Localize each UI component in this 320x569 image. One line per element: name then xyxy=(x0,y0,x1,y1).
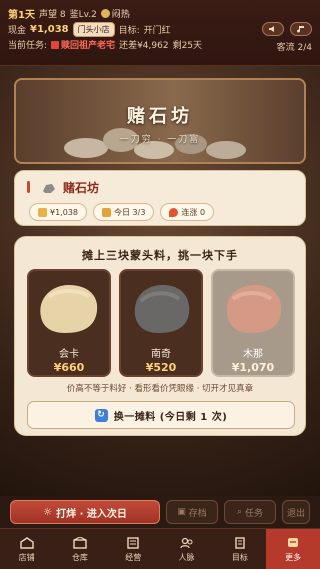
sun-icon: ☼ xyxy=(43,506,53,518)
nav-goals[interactable]: 目标 xyxy=(213,529,266,569)
weather-status: 闷热 xyxy=(100,7,130,20)
coin-icon xyxy=(38,207,47,217)
stone-image xyxy=(134,285,190,333)
refresh-stones-button[interactable]: ↻ 换一摊料 (今日剩 1 次) xyxy=(27,401,295,429)
banner-title: 赌石坊 xyxy=(127,106,193,127)
house-icon xyxy=(51,40,60,49)
task-days: 剩25天 xyxy=(172,41,203,51)
exit-label: 退出 xyxy=(286,508,305,519)
nav-more[interactable]: 更多 xyxy=(266,529,320,569)
stone-selection-panel: 摊上三块蒙头料，挑一块下手 会卡 ¥660 南奇 ¥520 木那 ¥1,070 xyxy=(14,236,306,436)
nav-warehouse-label: 仓库 xyxy=(71,552,88,562)
task-gap: 还差¥4,962 xyxy=(119,41,169,51)
target-icon xyxy=(235,536,245,549)
speaker-icon xyxy=(269,26,274,32)
nav-shop-label: 店铺 xyxy=(18,552,35,562)
nav-warehouse[interactable]: 仓库 xyxy=(53,529,106,569)
chip-daily-label: 今日 3/3 xyxy=(114,207,146,217)
task-label: 任务 xyxy=(245,508,264,519)
status-row-3: 当前任务: 赎回祖产老宅 还差¥4,962 剩25天 xyxy=(8,38,202,51)
task-name[interactable]: 赎回祖产老宅 xyxy=(51,38,115,51)
task-button[interactable]: ⌕ 任务 xyxy=(224,500,276,524)
stone-image xyxy=(226,285,282,333)
chip-cash: ¥1,038 xyxy=(29,203,87,221)
stone-name: 会卡 xyxy=(59,349,79,360)
shop-badge: 门头小店 xyxy=(72,22,115,37)
rock-icon xyxy=(43,183,55,193)
panel-hint: 价高不等于料好 · 看形看价凭眼缘 · 切开才见真章 xyxy=(66,384,254,394)
stat-chips: ¥1,038 今日 3/3 连涨 0 xyxy=(29,203,215,221)
refresh-label: 换一摊料 (今日剩 1 次) xyxy=(113,411,228,423)
accent-bar xyxy=(27,181,30,193)
chip-cash-label: ¥1,038 xyxy=(50,207,78,217)
save-icon: ▣ xyxy=(177,507,186,517)
sound-button[interactable] xyxy=(262,22,284,36)
panel-title: 摊上三块蒙头料，挑一块下手 xyxy=(82,249,238,262)
stone-price: ¥660 xyxy=(53,361,85,374)
close-shop-label: 打烊 · 进入次日 xyxy=(56,508,127,520)
more-icon xyxy=(288,537,299,547)
people-icon xyxy=(179,537,193,548)
ledger-icon xyxy=(127,536,139,549)
info-title: 赌石坊 xyxy=(41,179,99,196)
action-row: ☼ 打烊 · 进入次日 ▣ 存档 ⌕ 任务 退出 xyxy=(10,500,310,524)
banner-subtitle: 一刀穷 · 一刀富 xyxy=(119,135,201,145)
fire-icon xyxy=(169,207,179,217)
sun-icon xyxy=(100,9,110,18)
day-label: 第1天 xyxy=(8,10,35,21)
status-row-2: 现金 ¥1,038 门头小店 目标: 开门红 xyxy=(8,22,171,37)
music-button[interactable] xyxy=(290,22,312,36)
warehouse-icon xyxy=(73,536,87,549)
task-label: 当前任务: xyxy=(8,41,48,51)
stone-name: 木那 xyxy=(243,349,263,360)
goal-value: 开门红 xyxy=(143,26,171,36)
weather-label: 闷热 xyxy=(111,10,130,20)
nav-contacts-label: 人脉 xyxy=(178,552,195,562)
stone-card-2[interactable]: 南奇 ¥520 xyxy=(119,269,203,377)
status-actions xyxy=(262,22,312,36)
exit-button[interactable]: 退出 xyxy=(282,500,310,524)
nav-shop[interactable]: 店铺 xyxy=(0,529,53,569)
search-icon: ⌕ xyxy=(236,507,243,517)
nav-goals-label: 目标 xyxy=(231,552,248,562)
stone-name: 南奇 xyxy=(151,349,171,360)
nav-contacts[interactable]: 人脉 xyxy=(160,529,213,569)
stone-card-1[interactable]: 会卡 ¥660 xyxy=(27,269,111,377)
guest-flow: 客流 2/4 xyxy=(276,43,312,53)
stone-card-3[interactable]: 木那 ¥1,070 xyxy=(211,269,295,377)
shop-banner: 赌石坊 一刀穷 · 一刀富 xyxy=(14,78,306,164)
stone-image xyxy=(40,285,98,333)
refresh-icon: ↻ xyxy=(94,408,108,422)
info-title-text: 赌石坊 xyxy=(63,181,100,195)
ticket-icon xyxy=(102,207,111,217)
shop-icon xyxy=(19,536,34,549)
status-row-1: 第1天 声望 8 鉴Lv.2 闷热 xyxy=(8,6,130,21)
stone-price: ¥520 xyxy=(145,361,177,374)
cash-label: 现金 xyxy=(8,26,27,36)
status-bar: 第1天 声望 8 鉴Lv.2 闷热 现金 ¥1,038 门头小店 目标: 开门红… xyxy=(0,0,320,66)
stone-list: 会卡 ¥660 南奇 ¥520 木那 ¥1,070 xyxy=(27,269,295,377)
bottom-nav: 店铺 仓库 经营 人脉 目标 更多 xyxy=(0,528,320,569)
cash-value: ¥1,038 xyxy=(30,24,69,35)
save-label: 存档 xyxy=(188,508,207,519)
music-note-icon xyxy=(297,26,304,33)
shop-info-card: 赌石坊 ¥1,038 今日 3/3 连涨 0 xyxy=(14,170,306,226)
stone-price: ¥1,070 xyxy=(231,361,275,374)
chip-daily: 今日 3/3 xyxy=(93,203,155,221)
appraisal-level: 鉴Lv.2 xyxy=(69,10,97,20)
close-shop-button[interactable]: ☼ 打烊 · 进入次日 xyxy=(10,500,160,524)
chip-streak: 连涨 0 xyxy=(160,203,215,221)
save-button[interactable]: ▣ 存档 xyxy=(166,500,218,524)
chip-streak-label: 连涨 0 xyxy=(181,207,206,217)
nav-business-label: 经营 xyxy=(125,552,142,562)
reputation-label: 声望 8 xyxy=(38,10,66,20)
nav-more-label: 更多 xyxy=(285,552,302,562)
nav-business[interactable]: 经营 xyxy=(107,529,160,569)
goal-label: 目标: xyxy=(118,26,140,36)
task-name-text: 赎回祖产老宅 xyxy=(61,41,116,51)
